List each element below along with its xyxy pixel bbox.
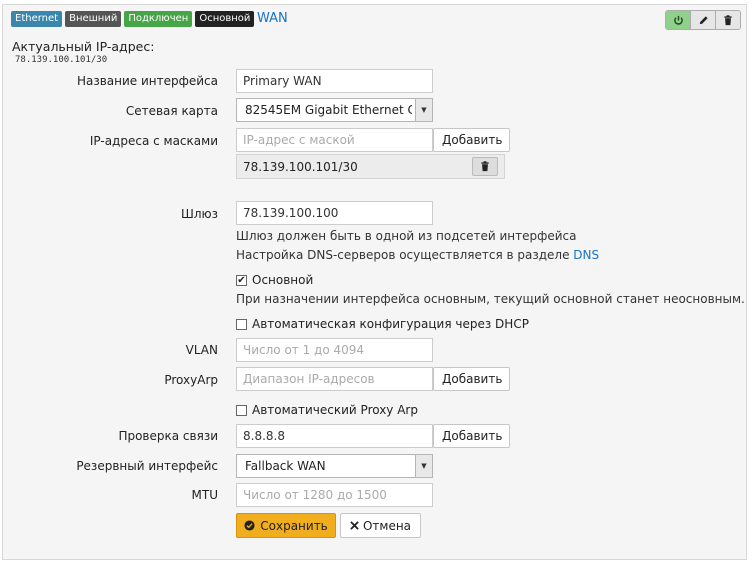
- main-checkbox-label: Основной: [252, 273, 314, 287]
- pencil-icon: [699, 15, 708, 24]
- check-input[interactable]: 8.8.8.8: [236, 424, 433, 448]
- power-icon: [673, 15, 683, 25]
- badge-row: Ethernet Внешний Подключен Основной: [11, 11, 255, 27]
- auto-proxy-checkbox[interactable]: [236, 404, 247, 416]
- chevron-down-icon[interactable]: ▼: [415, 99, 432, 121]
- close-icon: [350, 521, 359, 530]
- gateway-hint: Шлюз должен быть в одной из подсетей инт…: [236, 229, 577, 243]
- trash-icon: [724, 14, 732, 25]
- dhcp-checkbox[interactable]: [236, 318, 247, 330]
- ips-label: IP-адреса с масками: [89, 134, 218, 148]
- proxyarp-input[interactable]: Диапазон IP-адресов: [236, 367, 433, 391]
- main-checkbox-row[interactable]: ✔ Основной: [236, 273, 313, 287]
- cancel-button[interactable]: Отмена: [340, 513, 421, 538]
- check-circle-icon: [244, 520, 255, 531]
- add-proxyarp-button[interactable]: Добавить: [433, 367, 510, 391]
- badge-connected: Подключен: [124, 11, 193, 27]
- ip-mask-input[interactable]: IP-адрес с маской: [236, 128, 433, 152]
- trash-icon: [481, 161, 489, 172]
- badge-ethernet: Ethernet: [11, 11, 63, 27]
- ip-list-item-value: 78.139.100.101/30: [243, 160, 358, 174]
- badge-external: Внешний: [65, 11, 122, 27]
- vlan-label: VLAN: [185, 343, 218, 357]
- add-ip-button[interactable]: Добавить: [433, 128, 510, 152]
- power-button[interactable]: [666, 11, 690, 29]
- edit-button[interactable]: [690, 11, 715, 29]
- auto-proxy-checkbox-label: Автоматический Proxy Arp: [252, 403, 418, 417]
- main-checkbox[interactable]: ✔: [236, 274, 247, 286]
- nic-select-value: 82545EM Gigabit Ethernet Co: [245, 103, 412, 117]
- save-button-label: Сохранить: [260, 518, 328, 533]
- current-ip-value: 78.139.100.101/30: [15, 55, 108, 65]
- interface-title: WAN: [257, 11, 288, 26]
- badge-main: Основной: [195, 11, 255, 27]
- cancel-button-label: Отмена: [362, 518, 412, 533]
- current-ip-label: Актуальный IP-адрес:: [12, 39, 155, 54]
- chevron-down-icon[interactable]: ▼: [415, 455, 432, 477]
- gateway-input[interactable]: 78.139.100.100: [236, 201, 433, 225]
- backup-select-value: Fallback WAN: [245, 459, 326, 473]
- delete-ip-button[interactable]: [472, 157, 498, 176]
- backup-select[interactable]: Fallback WAN ▼: [236, 454, 433, 478]
- nic-label: Сетевая карта: [125, 104, 218, 118]
- dns-hint-text: Настройка DNS-серверов осуществляется в …: [236, 248, 570, 262]
- mtu-label: MTU: [191, 488, 218, 502]
- main-hint: При назначении интерфейса основным, теку…: [236, 292, 745, 306]
- dns-link[interactable]: DNS: [573, 248, 599, 262]
- nic-select[interactable]: 82545EM Gigabit Ethernet Co ▼: [236, 98, 433, 122]
- mtu-input[interactable]: Число от 1280 до 1500: [236, 483, 433, 507]
- ip-list-item: 78.139.100.101/30: [236, 154, 505, 179]
- vlan-input[interactable]: Число от 1 до 4094: [236, 338, 433, 362]
- add-check-button[interactable]: Добавить: [433, 424, 510, 448]
- auto-proxy-checkbox-row[interactable]: Автоматический Proxy Arp: [236, 403, 418, 417]
- dhcp-checkbox-label: Автоматическая конфигурация через DHCP: [252, 317, 529, 331]
- proxyarp-label: ProxyArp: [164, 373, 218, 387]
- delete-button[interactable]: [715, 11, 740, 29]
- gateway-label: Шлюз: [181, 207, 218, 221]
- name-label: Название интерфейса: [76, 74, 218, 88]
- dhcp-checkbox-row[interactable]: Автоматическая конфигурация через DHCP: [236, 317, 529, 331]
- dns-hint: Настройка DNS-серверов осуществляется в …: [236, 248, 599, 262]
- toolbar: [665, 10, 741, 30]
- save-button[interactable]: Сохранить: [236, 513, 336, 538]
- name-input[interactable]: Primary WAN: [236, 69, 433, 93]
- backup-label: Резервный интерфейс: [76, 459, 218, 473]
- check-label: Проверка связи: [118, 429, 218, 443]
